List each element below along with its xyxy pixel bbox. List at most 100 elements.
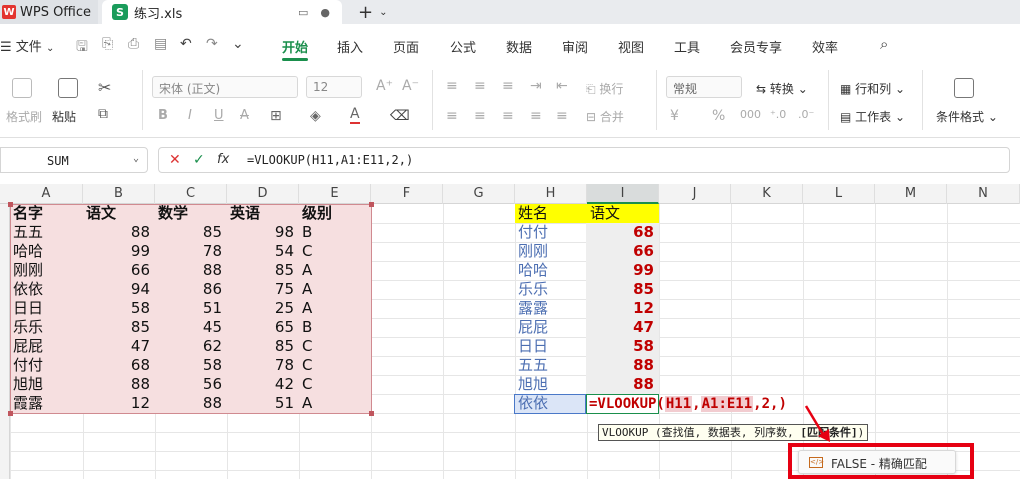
new-tab-button[interactable]: + ⌄ <box>352 0 392 24</box>
table-cell[interactable]: 94 <box>86 280 152 299</box>
font-grow-icon[interactable]: A⁺ <box>376 78 393 94</box>
tab-view[interactable]: 视图 <box>618 37 644 56</box>
export-icon[interactable]: ⎘ <box>102 36 113 52</box>
tab-home[interactable]: 开始 <box>282 37 308 56</box>
table-cell[interactable]: 78 <box>158 242 224 261</box>
table-cell[interactable]: C <box>302 242 368 261</box>
column-header-f[interactable]: F <box>371 184 443 204</box>
range-handle[interactable] <box>369 411 374 416</box>
table-cell[interactable]: 66 <box>86 261 152 280</box>
font-shrink-icon[interactable]: A⁻ <box>402 78 419 94</box>
table-cell[interactable]: 86 <box>158 280 224 299</box>
column-header-g[interactable]: G <box>443 184 515 204</box>
increase-decimal-icon[interactable]: ⁺.0 <box>770 108 786 121</box>
table-cell[interactable]: 42 <box>230 375 296 394</box>
table-cell[interactable]: 85 <box>230 261 296 280</box>
lookup-value-cell[interactable]: 12 <box>590 299 656 318</box>
column-header-c[interactable]: C <box>155 184 227 204</box>
table-cell[interactable]: 99 <box>86 242 152 261</box>
cancel-icon[interactable]: ✕ <box>169 152 181 168</box>
table-cell[interactable]: 68 <box>86 356 152 375</box>
format-painter-icon[interactable] <box>12 78 32 98</box>
name-box[interactable]: SUM ⌄ <box>0 147 148 173</box>
table-cell[interactable]: 刚刚 <box>13 261 80 280</box>
table-cell[interactable]: 56 <box>158 375 224 394</box>
table-cell[interactable]: 54 <box>230 242 296 261</box>
unsaved-dot-icon[interactable]: ● <box>320 6 330 19</box>
lookup-name-cell[interactable]: 付付 <box>518 223 584 242</box>
table-cell[interactable]: 哈哈 <box>13 242 80 261</box>
table-cell[interactable]: 98 <box>230 223 296 242</box>
table-cell[interactable]: A <box>302 261 368 280</box>
lookup-name-cell[interactable]: 依依 <box>518 394 584 413</box>
font-color-icon[interactable]: A <box>350 106 360 124</box>
table-cell[interactable]: A <box>302 394 368 413</box>
outdent-icon[interactable]: ⇤ <box>556 78 568 94</box>
table-cell[interactable]: 51 <box>230 394 296 413</box>
table-cell[interactable]: 乐乐 <box>13 318 80 337</box>
lookup-name-cell[interactable]: 刚刚 <box>518 242 584 261</box>
spreadsheet-grid[interactable]: ABCDEFGHIJKLMN 名字 语文 数学 英语 级别 五五 88 85 98 B 哈哈 99 78… <box>0 184 1020 479</box>
table-cell[interactable]: 日日 <box>13 299 80 318</box>
table-cell[interactable]: 88 <box>158 394 224 413</box>
tab-tools[interactable]: 工具 <box>674 37 700 56</box>
table-header-cell[interactable]: 级别 <box>302 204 368 223</box>
table-cell[interactable]: 付付 <box>13 356 80 375</box>
table-cell[interactable]: 51 <box>158 299 224 318</box>
conditional-format-button[interactable]: 条件格式 ⌄ <box>936 108 998 125</box>
worksheet-button[interactable]: ▤ 工作表 ⌄ <box>840 108 905 125</box>
lookup-name-cell[interactable]: 五五 <box>518 356 584 375</box>
in-cell-formula[interactable]: =VLOOKUP(H11,A1:E11,2,) <box>589 394 787 414</box>
table-cell[interactable]: A <box>302 299 368 318</box>
align-center-icon[interactable]: ≡ <box>474 108 486 124</box>
search-icon[interactable]: ⌕ <box>880 35 888 53</box>
paste-icon[interactable] <box>58 78 78 98</box>
font-name-select[interactable]: 宋体 (正文) <box>152 76 298 98</box>
table-header-cell[interactable]: 英语 <box>230 204 296 223</box>
range-handle[interactable] <box>369 202 374 207</box>
table-cell[interactable]: 62 <box>158 337 224 356</box>
table-cell[interactable]: 75 <box>230 280 296 299</box>
tab-wps-office[interactable]: W WPS Office <box>0 0 98 24</box>
table-cell[interactable]: 78 <box>230 356 296 375</box>
number-format-select[interactable]: 常规 <box>666 76 742 98</box>
italic-icon[interactable]: I <box>188 108 192 123</box>
lookup-value-cell[interactable]: 88 <box>590 375 656 394</box>
percent-icon[interactable]: % <box>712 108 725 124</box>
tab-file[interactable]: S 练习.xls ▭ ● <box>102 0 342 24</box>
thousands-icon[interactable]: 000 <box>740 108 761 121</box>
copy-icon[interactable]: ⧉ <box>98 106 108 122</box>
clear-format-icon[interactable]: ⌫ <box>390 108 410 124</box>
confirm-icon[interactable]: ✓ <box>193 152 205 168</box>
lookup-value-cell[interactable]: 58 <box>590 337 656 356</box>
chevron-down-icon[interactable]: ⌄ <box>232 36 244 52</box>
tab-insert[interactable]: 插入 <box>337 37 363 56</box>
lookup-value-cell[interactable]: 88 <box>590 356 656 375</box>
table-cell[interactable]: 47 <box>86 337 152 356</box>
table-cell[interactable]: 85 <box>158 223 224 242</box>
table-cell[interactable]: 85 <box>86 318 152 337</box>
column-header-j[interactable]: J <box>659 184 731 204</box>
tab-review[interactable]: 审阅 <box>562 37 588 56</box>
column-header-k[interactable]: K <box>731 184 803 204</box>
table-cell[interactable]: 58 <box>158 356 224 375</box>
tab-formula[interactable]: 公式 <box>450 37 476 56</box>
justify-icon[interactable]: ≡ <box>530 108 542 124</box>
align-left-icon[interactable]: ≡ <box>446 108 458 124</box>
align-middle-icon[interactable]: ≡ <box>474 78 486 94</box>
format-painter-label[interactable]: 格式刷 <box>6 108 42 125</box>
table-header-cell[interactable]: 数学 <box>158 204 224 223</box>
table-cell[interactable]: 88 <box>86 375 152 394</box>
tab-data[interactable]: 数据 <box>506 37 532 56</box>
formula-input-area[interactable]: ✕ ✓ fx =VLOOKUP(H11,A1:E11,2,) <box>158 147 1010 173</box>
border-icon[interactable]: ⊞ <box>270 108 282 124</box>
column-header-d[interactable]: D <box>227 184 299 204</box>
convert-button[interactable]: ⇆ 转换 ⌄ <box>756 80 808 97</box>
align-top-icon[interactable]: ≡ <box>446 78 458 94</box>
lookup-value-cell[interactable]: 47 <box>590 318 656 337</box>
formula-input[interactable]: =VLOOKUP(H11,A1:E11,2,) <box>247 153 413 167</box>
lookup-name-cell[interactable]: 哈哈 <box>518 261 584 280</box>
column-header-h[interactable]: H <box>515 184 587 204</box>
table-cell[interactable]: 12 <box>86 394 152 413</box>
lookup-value-cell[interactable]: 66 <box>590 242 656 261</box>
